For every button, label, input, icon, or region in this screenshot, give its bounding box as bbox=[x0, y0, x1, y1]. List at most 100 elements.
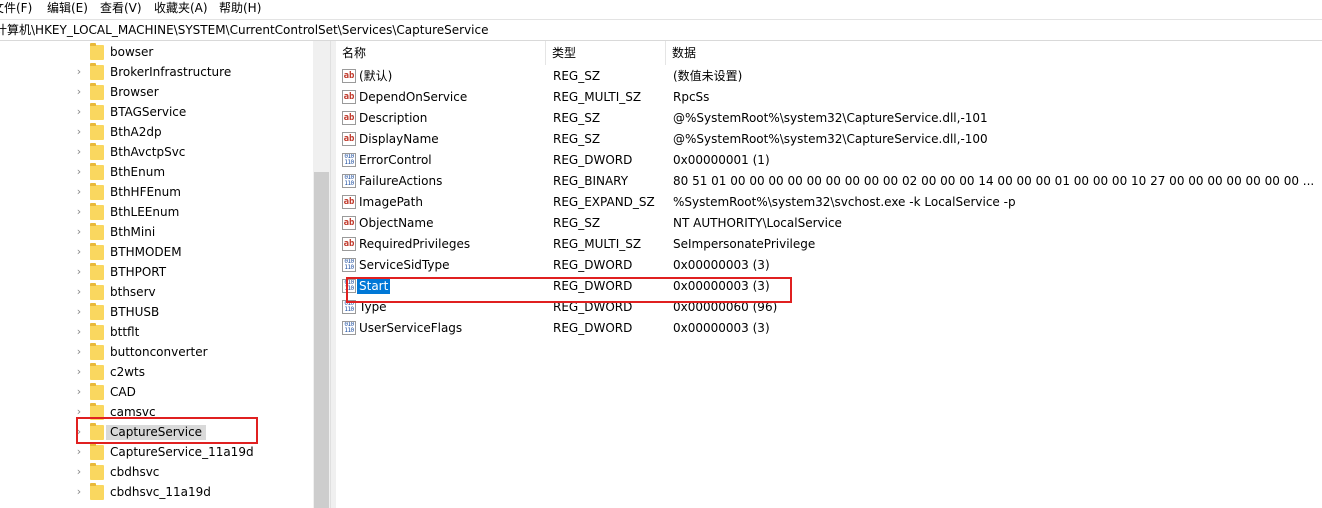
tree-item[interactable]: › Browser bbox=[0, 83, 313, 103]
tree-item[interactable]: › BthAvctpSvc bbox=[0, 143, 313, 163]
tree-item-label: buttonconverter bbox=[110, 345, 208, 359]
value-type: REG_MULTI_SZ bbox=[553, 237, 642, 251]
value-data: 80 51 01 00 00 00 00 00 00 00 00 00 02 0… bbox=[673, 174, 1313, 188]
value-data: %SystemRoot%\system32\svchost.exe -k Loc… bbox=[673, 195, 1016, 209]
tree-item[interactable]: › bttflt bbox=[0, 323, 313, 343]
menu-help[interactable]: 帮助(H) bbox=[219, 1, 261, 15]
chevron-right-icon[interactable]: › bbox=[74, 285, 84, 299]
value-row[interactable]: ab DependOnService REG_MULTI_SZ RpcSs bbox=[336, 87, 1322, 108]
value-row[interactable]: ab (默认) REG_SZ (数值未设置) bbox=[336, 66, 1322, 87]
tree-item[interactable]: › bthserv bbox=[0, 283, 313, 303]
tree-item[interactable]: › BrokerInfrastructure bbox=[0, 63, 313, 83]
string-value-icon: ab bbox=[342, 111, 356, 125]
value-row[interactable]: ab Description REG_SZ @%SystemRoot%\system3… bbox=[336, 108, 1322, 129]
tree-scrollbar-thumb[interactable] bbox=[314, 172, 329, 508]
chevron-right-icon[interactable]: › bbox=[74, 445, 84, 459]
value-data: 0x00000003 (3) bbox=[673, 279, 770, 293]
value-name: ImagePath bbox=[359, 195, 423, 209]
tree-item[interactable]: › BthEnum bbox=[0, 163, 313, 183]
chevron-right-icon[interactable]: › bbox=[74, 85, 84, 99]
chevron-right-icon[interactable]: › bbox=[74, 245, 84, 259]
value-name: (默认) bbox=[359, 69, 393, 83]
chevron-right-icon[interactable]: › bbox=[74, 485, 84, 499]
tree-item[interactable]: › cbdhsvc bbox=[0, 463, 313, 483]
chevron-right-icon[interactable]: › bbox=[74, 385, 84, 399]
value-row[interactable]: 010 110 Type REG_DWORD 0x00000060 (96) bbox=[336, 297, 1322, 318]
tree-item-label: BTHUSB bbox=[110, 305, 160, 319]
tree-item[interactable]: › BTAGService bbox=[0, 103, 313, 123]
tree-item[interactable]: › CAD bbox=[0, 383, 313, 403]
string-value-icon: ab bbox=[342, 69, 356, 83]
chevron-right-icon[interactable]: › bbox=[74, 165, 84, 179]
chevron-right-icon[interactable]: › bbox=[74, 205, 84, 219]
value-type: REG_SZ bbox=[553, 69, 601, 83]
value-row[interactable]: ab DisplayName REG_SZ @%SystemRoot%\system3… bbox=[336, 129, 1322, 150]
chevron-right-icon[interactable]: › bbox=[74, 465, 84, 479]
tree-item-label: BTHPORT bbox=[110, 265, 167, 279]
tree-item[interactable]: › BTHPORT bbox=[0, 263, 313, 283]
menu-favorites[interactable]: 收藏夹(A) bbox=[154, 1, 208, 15]
value-row[interactable]: 010 110 FailureActions REG_BINARY 80 51 01 0… bbox=[336, 171, 1322, 192]
chevron-right-icon[interactable]: › bbox=[74, 65, 84, 79]
value-row[interactable]: 010 110 ErrorControl REG_DWORD 0x00000001 (1… bbox=[336, 150, 1322, 171]
chevron-right-icon[interactable]: › bbox=[74, 425, 84, 439]
key-tree[interactable]: bowser › BrokerInfrastructure › Browser › BTAG… bbox=[0, 41, 313, 508]
folder-icon bbox=[90, 403, 104, 420]
tree-scrollbar[interactable] bbox=[313, 41, 330, 508]
column-header-type[interactable]: 类型 bbox=[546, 41, 666, 65]
tree-item[interactable]: › BTHUSB bbox=[0, 303, 313, 323]
value-row[interactable]: 010 110 ServiceSidType REG_DWORD 0x00000003 … bbox=[336, 255, 1322, 276]
value-data: 0x00000003 (3) bbox=[673, 258, 770, 272]
tree-item[interactable]: › BthLEEnum bbox=[0, 203, 313, 223]
tree-item[interactable]: › BthHFEnum bbox=[0, 183, 313, 203]
chevron-right-icon[interactable]: › bbox=[74, 265, 84, 279]
folder-icon bbox=[90, 43, 104, 60]
chevron-right-icon[interactable]: › bbox=[74, 345, 84, 359]
tree-item[interactable]: › CaptureService bbox=[0, 423, 313, 443]
value-name: UserServiceFlags bbox=[359, 321, 463, 335]
chevron-right-icon[interactable]: › bbox=[74, 145, 84, 159]
folder-icon bbox=[90, 343, 104, 360]
chevron-right-icon[interactable]: › bbox=[74, 125, 84, 139]
tree-item[interactable]: › camsvc bbox=[0, 403, 313, 423]
chevron-right-icon[interactable]: › bbox=[74, 305, 84, 319]
tree-item[interactable]: › BTHMODEM bbox=[0, 243, 313, 263]
tree-item[interactable]: › cbdhsvc_11a19d bbox=[0, 483, 313, 503]
address-bar[interactable]: 计算机\HKEY_LOCAL_MACHINE\SYSTEM\CurrentCon… bbox=[0, 19, 1322, 41]
tree-item[interactable]: › BthMini bbox=[0, 223, 313, 243]
chevron-right-icon[interactable]: › bbox=[74, 325, 84, 339]
tree-item[interactable]: › CaptureService_11a19d bbox=[0, 443, 313, 463]
tree-item[interactable]: › buttonconverter bbox=[0, 343, 313, 363]
value-row[interactable]: ab ObjectName REG_SZ NT AUTHORITY\LocalServ… bbox=[336, 213, 1322, 234]
column-header-name[interactable]: 名称 bbox=[336, 41, 546, 65]
tree-item[interactable]: › c2wts bbox=[0, 363, 313, 383]
value-type: REG_SZ bbox=[553, 111, 601, 125]
value-row[interactable]: ab RequiredPrivileges REG_MULTI_SZ SeImpers… bbox=[336, 234, 1322, 255]
folder-icon bbox=[90, 443, 104, 460]
chevron-right-icon[interactable]: › bbox=[74, 405, 84, 419]
folder-icon bbox=[90, 423, 104, 440]
binary-value-icon: 010 110 bbox=[342, 174, 356, 188]
tree-item[interactable]: bowser bbox=[0, 43, 313, 63]
value-row[interactable]: 010 110 Start REG_DWORD 0x00000003 (3) bbox=[336, 276, 1322, 297]
value-list[interactable]: 名称 类型 数据 ab (默认) REG_SZ (数值未设置) ab DependOnSe… bbox=[336, 41, 1322, 508]
tree-item-label: bthserv bbox=[110, 285, 156, 299]
value-data: 0x00000060 (96) bbox=[673, 300, 778, 314]
value-data: (数值未设置) bbox=[673, 69, 743, 83]
menu-file[interactable]: 文件(F) bbox=[0, 1, 32, 15]
value-row[interactable]: 010 110 UserServiceFlags REG_DWORD 0x0000000… bbox=[336, 318, 1322, 339]
value-row[interactable]: ab ImagePath REG_EXPAND_SZ %SystemRoot%\sys… bbox=[336, 192, 1322, 213]
chevron-right-icon[interactable]: › bbox=[74, 225, 84, 239]
string-value-icon: ab bbox=[342, 216, 356, 230]
menu-edit[interactable]: 编辑(E) bbox=[47, 1, 88, 15]
menu-view[interactable]: 查看(V) bbox=[100, 1, 142, 15]
folder-icon bbox=[90, 243, 104, 260]
tree-item-label: bttflt bbox=[110, 325, 140, 339]
column-header-data[interactable]: 数据 bbox=[666, 41, 1322, 65]
string-value-icon: ab bbox=[342, 132, 356, 146]
chevron-right-icon[interactable]: › bbox=[74, 365, 84, 379]
folder-icon bbox=[90, 203, 104, 220]
chevron-right-icon[interactable]: › bbox=[74, 105, 84, 119]
chevron-right-icon[interactable]: › bbox=[74, 185, 84, 199]
tree-item[interactable]: › BthA2dp bbox=[0, 123, 313, 143]
